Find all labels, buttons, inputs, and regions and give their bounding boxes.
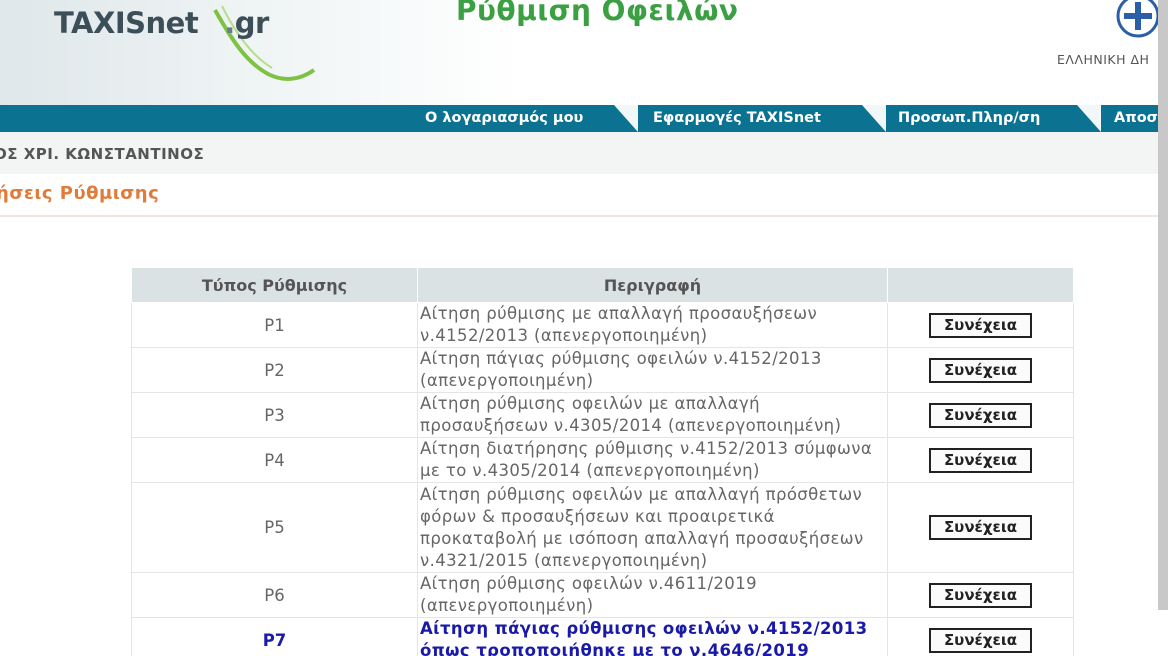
settlement-type: P5 xyxy=(131,482,418,573)
description-line: με το ν.4305/2014 (απενεργοποιημένη) xyxy=(420,461,760,480)
description-line: φόρων & προσαυξήσεων και προαιρετικά xyxy=(420,506,775,526)
description-line: ν.4321/2015 (απενεργοποιημένη) xyxy=(420,550,708,570)
action-cell: Συνέχεια xyxy=(887,572,1074,618)
continue-button[interactable]: Συνέχεια xyxy=(929,312,1032,338)
column-header-action xyxy=(887,267,1074,303)
ministry-label: ΕΛΛΗΝΙΚΗ ΔΗ xyxy=(1057,52,1150,67)
settlement-type: P7 xyxy=(131,617,418,656)
column-header-type: Τύπος Ρύθμισης xyxy=(131,267,418,303)
action-cell: Συνέχεια xyxy=(887,347,1074,393)
continue-button[interactable]: Συνέχεια xyxy=(929,515,1032,540)
settlement-type: P2 xyxy=(131,347,418,393)
settlement-description: Αίτηση πάγιας ρύθμισης οφειλών ν.4152/20… xyxy=(417,347,888,393)
logo-dot: . xyxy=(224,6,235,40)
nav-separator-icon xyxy=(1077,105,1101,132)
section-title: ήσεις Ρύθμισης xyxy=(0,183,160,204)
page-heading: Ρύθμιση Οφειλών xyxy=(456,0,739,27)
continue-button[interactable]: Συνέχεια xyxy=(929,357,1032,383)
column-header-description: Περιγραφή xyxy=(417,267,888,303)
description-line: προσαυξήσεων ν.4305/2014 (απενεργοποιημέ… xyxy=(420,416,842,435)
continue-button[interactable]: Συνέχεια xyxy=(929,582,1032,608)
settlement-description: Αίτηση ρύθμισης οφειλών με απαλλαγή προσα… xyxy=(417,392,888,438)
settlement-type: P4 xyxy=(131,437,418,483)
action-cell: Συνέχεια xyxy=(887,392,1074,438)
settlement-type: P3 xyxy=(131,392,418,438)
greek-emblem-icon xyxy=(1116,0,1160,38)
logo-text: TAXISnet .gr xyxy=(54,6,269,40)
description-line: Αίτηση ρύθμισης με απαλλαγή προσαυξήσεων xyxy=(420,304,818,323)
section-divider xyxy=(0,215,1168,217)
description-line: προκαταβολή με ισόποση απαλλαγή προσαυξή… xyxy=(420,528,864,548)
settlement-description: Αίτηση ρύθμισης οφειλών με απαλλαγή πρόσ… xyxy=(417,482,888,573)
main-navigation: Ο λογαριασμός μου Εφαρμογές TAXISnet Προ… xyxy=(0,105,1168,132)
nav-separator-icon xyxy=(614,105,638,132)
description-line: Αίτηση ρύθμισης οφειλών ν.4611/2019 xyxy=(420,574,757,593)
action-cell: Συνέχεια xyxy=(887,482,1074,573)
table-header-row: Τύπος Ρύθμισης Περιγραφή xyxy=(131,267,1074,303)
logo-suffix: gr xyxy=(234,6,270,40)
table-row: P5 Αίτηση ρύθμισης οφειλών με απαλλαγή π… xyxy=(131,482,1074,573)
description-line: ν.4152/2013 (απενεργοποιημένη) xyxy=(420,326,708,345)
settlement-description: Αίτηση ρύθμισης οφειλών ν.4611/2019 (απεν… xyxy=(417,572,888,618)
site-header: TAXISnet .gr Ρύθμιση Οφειλών ΕΛΛΗΝΙΚΗ ΔΗ xyxy=(0,0,1168,105)
nav-logout[interactable]: Αποσ xyxy=(1102,105,1158,132)
description-line: (απενεργοποιημένη) xyxy=(420,371,594,390)
settlement-description: Αίτηση ρύθμισης με απαλλαγή προσαυξήσεων… xyxy=(417,302,888,348)
nav-my-account[interactable]: Ο λογαριασμός μου xyxy=(413,105,583,132)
table-row: P3 Αίτηση ρύθμισης οφειλών με απαλλαγή πρ… xyxy=(131,392,1074,438)
description-line: Αίτηση πάγιας ρύθμισης οφειλών ν.4152/20… xyxy=(420,619,868,638)
description-line: Αίτηση διατήρησης ρύθμισης ν.4152/2013 σ… xyxy=(420,439,873,458)
table-row: P2 Αίτηση πάγιας ρύθμισης οφειλών ν.4152… xyxy=(131,347,1074,393)
logo-main: TAXISnet xyxy=(54,6,199,40)
taxisnet-logo[interactable]: TAXISnet .gr xyxy=(0,0,340,105)
table-row: P6 Αίτηση ρύθμισης οφειλών ν.4611/2019 (α… xyxy=(131,572,1074,618)
description-line: Αίτηση ρύθμισης οφειλών με απαλλαγή xyxy=(420,394,760,413)
settlement-type: P6 xyxy=(131,572,418,618)
table-row: P1 Αίτηση ρύθμισης με απαλλαγή προσαυξήσ… xyxy=(131,302,1074,348)
table-row: P4 Αίτηση διατήρησης ρύθμισης ν.4152/201… xyxy=(131,437,1074,483)
action-cell: Συνέχεια xyxy=(887,617,1074,656)
action-cell: Συνέχεια xyxy=(887,302,1074,348)
continue-button[interactable]: Συνέχεια xyxy=(929,447,1032,473)
settlement-description: Αίτηση πάγιας ρύθμισης οφειλών ν.4152/20… xyxy=(417,617,888,656)
description-line: όπως τροποποιήθηκε με το ν.4646/2019 xyxy=(420,641,810,656)
description-line: (απενεργοποιημένη) xyxy=(420,596,594,615)
vertical-scrollbar[interactable] xyxy=(1158,0,1168,610)
user-name: ΟΣ ΧΡΙ. ΚΩΝΣΤΑΝΤΙΝΟΣ xyxy=(0,145,205,163)
continue-button[interactable]: Συνέχεια xyxy=(929,402,1032,428)
action-cell: Συνέχεια xyxy=(887,437,1074,483)
description-line: Αίτηση ρύθμισης οφειλών με απαλλαγή πρόσ… xyxy=(420,484,863,504)
user-bar: ΟΣ ΧΡΙ. ΚΩΝΣΤΑΝΤΙΝΟΣ xyxy=(0,132,1168,174)
settlement-types-table: Τύπος Ρύθμισης Περιγραφή P1 Αίτηση ρύθμι… xyxy=(131,267,1074,656)
nav-personal-info[interactable]: Προσωπ.Πληρ/ση xyxy=(886,105,1040,132)
settlement-type: P1 xyxy=(131,302,418,348)
settlement-description: Αίτηση διατήρησης ρύθμισης ν.4152/2013 σ… xyxy=(417,437,888,483)
table-row-highlighted: P7 Αίτηση πάγιας ρύθμισης οφειλών ν.4152… xyxy=(131,617,1074,656)
nav-taxisnet-apps[interactable]: Εφαρμογές TAXISnet xyxy=(641,105,821,132)
description-line: Αίτηση πάγιας ρύθμισης οφειλών ν.4152/20… xyxy=(420,349,822,368)
nav-separator-icon xyxy=(862,105,886,132)
continue-button[interactable]: Συνέχεια xyxy=(929,627,1032,653)
